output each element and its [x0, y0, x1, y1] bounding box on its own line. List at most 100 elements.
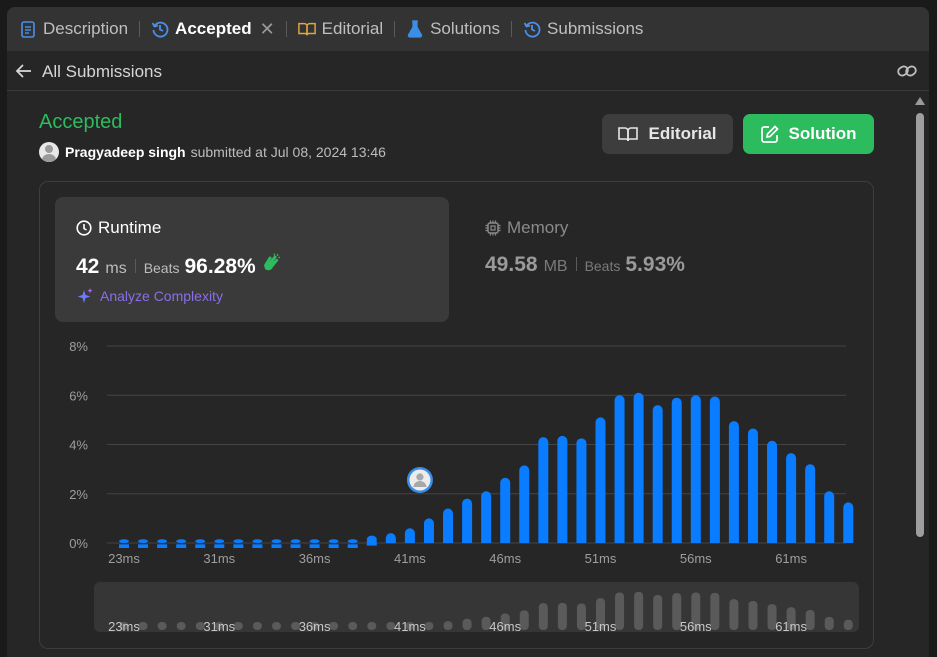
- chart-bar[interactable]: [119, 539, 129, 543]
- tab-accepted-label: Accepted: [175, 19, 252, 38]
- chart-bar[interactable]: [595, 417, 606, 543]
- chart-bar[interactable]: [576, 438, 587, 543]
- chart-bar[interactable]: [671, 397, 682, 543]
- chart-bar[interactable]: [767, 440, 778, 543]
- analyze-complexity-button[interactable]: Analyze Complexity: [76, 287, 223, 305]
- chart-bar[interactable]: [709, 396, 720, 543]
- close-icon[interactable]: ✕: [260, 19, 275, 40]
- scrollbar[interactable]: [912, 95, 928, 657]
- x-tick-label: 51ms: [585, 551, 617, 566]
- chart-bar-base: [709, 538, 720, 543]
- chart-bar[interactable]: [214, 539, 225, 543]
- chart-bar-base: [500, 538, 511, 543]
- avatar[interactable]: [39, 142, 59, 162]
- memory-box[interactable]: Memory 49.58 MB Beats 5.93%: [470, 197, 864, 322]
- chart-bar[interactable]: [519, 465, 530, 543]
- overview-bar: [538, 603, 548, 630]
- runtime-box[interactable]: Runtime 42 ms Beats 96.28% Analyze Compl…: [55, 197, 449, 322]
- tab-divider: [139, 21, 141, 37]
- chart-bar-base: [747, 538, 758, 543]
- chart-bar[interactable]: [328, 539, 339, 543]
- chart-bar[interactable]: [747, 428, 758, 543]
- chart-bar[interactable]: [805, 464, 816, 543]
- x-tick-label: 23ms: [108, 551, 140, 566]
- submission-meta: Pragyadeep singh submitted at Jul 08, 20…: [39, 142, 386, 162]
- chart-bar[interactable]: [195, 539, 206, 543]
- all-submissions-link[interactable]: All Submissions: [42, 62, 162, 82]
- overview-bar: [138, 622, 148, 630]
- clock-icon: [76, 220, 92, 236]
- edit-icon: [760, 125, 779, 143]
- chart-bar[interactable]: [443, 508, 454, 543]
- chart-bar[interactable]: [728, 421, 739, 543]
- link-icon[interactable]: [897, 62, 917, 80]
- editorial-button[interactable]: Editorial: [602, 114, 733, 154]
- chart-bar[interactable]: [271, 539, 282, 543]
- chart-bar[interactable]: [157, 539, 168, 543]
- solution-button[interactable]: Solution: [743, 114, 874, 154]
- chart-bar[interactable]: [652, 405, 663, 543]
- chart-bar[interactable]: [233, 539, 244, 543]
- tab-description[interactable]: Description: [19, 7, 128, 51]
- tab-divider: [394, 21, 396, 37]
- submitted-time: submitted at Jul 08, 2024 13:46: [190, 144, 386, 160]
- runtime-distribution-chart[interactable]: 0% 2% 4% 6% 8% 23ms 31ms 36ms 41ms 46ms 51ms 56ms 61…: [40, 332, 875, 650]
- chart-bar[interactable]: [538, 437, 549, 543]
- chart-bar[interactable]: [843, 502, 854, 543]
- divider: [575, 257, 577, 271]
- analyze-complexity-label: Analyze Complexity: [100, 288, 223, 304]
- chart-bar[interactable]: [347, 539, 358, 543]
- chart-bar[interactable]: [824, 491, 835, 543]
- chip-icon: [485, 220, 501, 236]
- chart-bar-base: [538, 538, 549, 543]
- runtime-beats-label: Beats: [143, 260, 180, 276]
- history-icon: [151, 20, 169, 38]
- tab-divider: [511, 21, 513, 37]
- runtime-title: Runtime: [76, 218, 161, 238]
- overview-tick-label: 61ms: [775, 619, 807, 634]
- chart-bar-base: [366, 540, 377, 546]
- overview-tick-label: 56ms: [680, 619, 712, 634]
- arrow-left-icon[interactable]: [15, 62, 33, 80]
- overview-bar: [443, 621, 453, 630]
- chart-bar-base: [614, 538, 625, 543]
- editorial-button-label: Editorial: [648, 124, 717, 143]
- tab-solutions[interactable]: Solutions: [406, 7, 500, 51]
- overview-bar: [462, 618, 472, 630]
- chart-bar-base: [576, 538, 587, 543]
- chart-bar[interactable]: [462, 498, 473, 543]
- user-marker-head: [416, 473, 424, 481]
- chart-bar[interactable]: [309, 539, 320, 543]
- chart-bar-base: [690, 538, 701, 543]
- chart-bar[interactable]: [290, 539, 301, 543]
- chart-bar[interactable]: [786, 453, 797, 543]
- scrollbar-thumb[interactable]: [916, 113, 924, 537]
- memory-title-label: Memory: [507, 218, 569, 237]
- tab-editorial[interactable]: Editorial: [297, 7, 383, 51]
- scroll-up-icon[interactable]: [915, 97, 925, 105]
- chart-bar[interactable]: [481, 491, 492, 543]
- overview-bar: [653, 595, 663, 630]
- tab-submissions[interactable]: Submissions: [523, 7, 643, 51]
- history-icon: [523, 20, 541, 38]
- chart-bar[interactable]: [690, 395, 701, 543]
- chart-bar-base: [138, 544, 149, 548]
- chart-bar[interactable]: [252, 539, 263, 543]
- submission-status: Accepted: [39, 111, 123, 133]
- chart-bar[interactable]: [614, 395, 625, 543]
- tab-accepted[interactable]: Accepted ✕: [151, 7, 275, 51]
- clapping-hands-icon: [263, 253, 281, 271]
- memory-title: Memory: [485, 218, 568, 238]
- overview-bar: [805, 610, 815, 630]
- overview-bar: [634, 591, 644, 630]
- tab-submissions-label: Submissions: [547, 19, 644, 38]
- x-tick-label: 36ms: [299, 551, 331, 566]
- chart-bar[interactable]: [176, 539, 187, 543]
- chart-bar[interactable]: [138, 539, 149, 543]
- result-card: Runtime 42 ms Beats 96.28% Analyze Compl…: [39, 181, 874, 649]
- chart-bar[interactable]: [500, 477, 511, 543]
- chart-bar[interactable]: [633, 392, 644, 543]
- username[interactable]: Pragyadeep singh: [65, 144, 186, 160]
- overview-tick-label: 51ms: [585, 619, 617, 634]
- chart-bar[interactable]: [557, 435, 568, 543]
